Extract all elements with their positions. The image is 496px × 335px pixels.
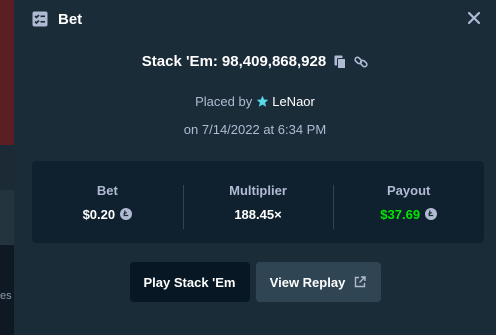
stat-value: $0.20	[32, 207, 183, 222]
placed-by-label: Placed by	[195, 94, 253, 109]
payout-amount: $37.69	[380, 206, 421, 222]
stat-multiplier: Multiplier 188.45×	[182, 182, 334, 229]
bet-id-line: Stack 'Em: 98,409,868,928	[14, 53, 496, 70]
bet-id: 98,409,868,928	[221, 53, 327, 70]
copy-icon[interactable]	[333, 55, 347, 69]
stat-value: $37.69	[333, 207, 484, 222]
stat-label: Payout	[387, 182, 431, 198]
view-replay-button[interactable]: View Replay	[255, 262, 381, 302]
play-game-label: Play Stack 'Em	[143, 274, 236, 290]
litecoin-icon	[425, 208, 438, 220]
stat-value: 188.45×	[183, 207, 334, 222]
play-game-button[interactable]: Play Stack 'Em	[129, 262, 250, 302]
background-card	[0, 190, 14, 245]
external-link-icon	[355, 276, 367, 288]
username-link[interactable]: LeNaor	[256, 94, 315, 109]
bet-modal: Bet Stack 'Em: 98,409,868,928 Placed by …	[14, 0, 496, 335]
litecoin-icon	[120, 208, 133, 220]
action-buttons: Play Stack 'Em View Replay	[14, 262, 496, 302]
stat-payout: Payout $37.69	[333, 182, 484, 229]
background-page: es	[0, 0, 14, 335]
view-replay-label: View Replay	[269, 274, 346, 290]
multiplier-value: 188.45×	[234, 206, 282, 222]
game-name: Stack 'Em:	[141, 53, 218, 70]
placed-by-line: Placed by LeNaor	[14, 94, 496, 109]
background-text: es	[0, 290, 12, 302]
username: LeNaor	[272, 94, 315, 109]
vip-star-icon	[256, 95, 269, 107]
bet-date: on 7/14/2022 at 6:34 PM	[183, 122, 327, 137]
link-icon[interactable]	[354, 55, 368, 69]
stat-label: Multiplier	[229, 182, 287, 198]
background-banner	[0, 0, 14, 145]
modal-title: Bet	[58, 10, 83, 28]
stat-bet: Bet $0.20	[32, 183, 183, 222]
stat-label: Bet	[96, 182, 118, 198]
modal-header: Bet	[32, 10, 82, 28]
bet-amount: $0.20	[82, 206, 116, 222]
bet-stats-panel: Bet $0.20 Multiplier 188.45× Payout $37.…	[32, 161, 484, 243]
background-panel	[0, 145, 14, 190]
bet-list-icon	[32, 11, 48, 27]
close-icon[interactable]	[466, 10, 482, 26]
